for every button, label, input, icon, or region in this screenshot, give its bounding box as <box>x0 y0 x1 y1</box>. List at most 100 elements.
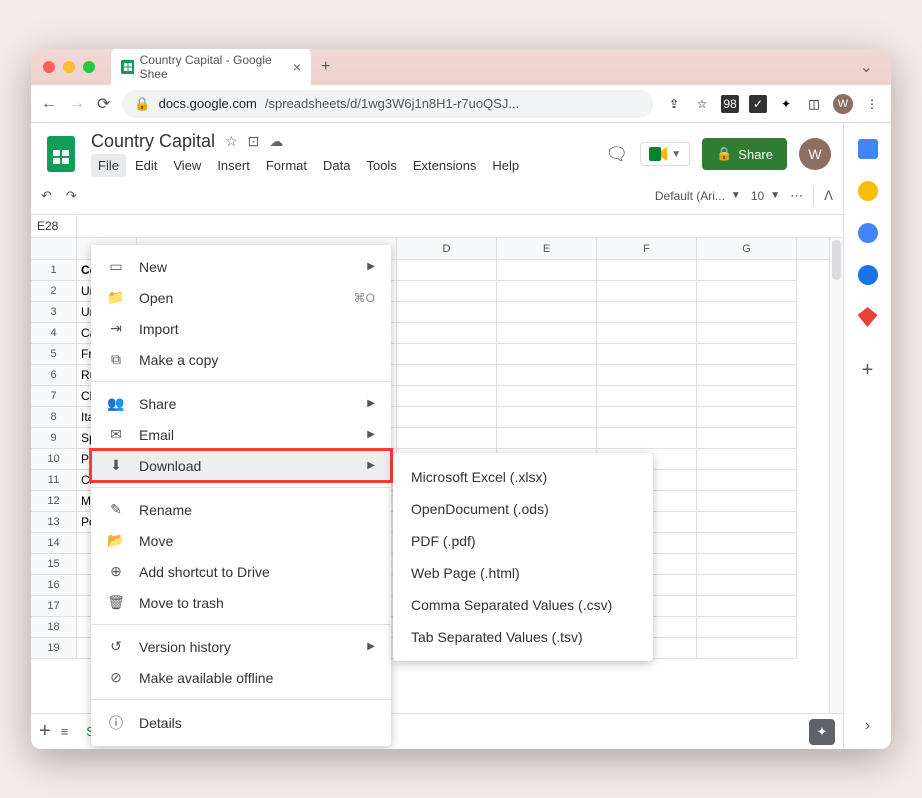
comments-icon[interactable]: 🗨 <box>605 144 628 165</box>
cell[interactable] <box>397 407 497 428</box>
keep-icon[interactable] <box>858 181 878 201</box>
row-header[interactable]: 12 <box>31 491 77 512</box>
cell[interactable] <box>397 365 497 386</box>
menu-insert[interactable]: Insert <box>210 154 257 177</box>
forward-button[interactable]: → <box>69 95 85 113</box>
document-title[interactable]: Country Capital <box>91 131 215 152</box>
cell[interactable] <box>597 323 697 344</box>
download-format-item[interactable]: Web Page (.html) <box>393 557 653 589</box>
menu-item-share[interactable]: 👥Share▶ <box>91 388 391 419</box>
more-toolbar-icon[interactable]: ⋯ <box>790 188 803 204</box>
cell[interactable] <box>697 554 797 575</box>
cell[interactable] <box>497 365 597 386</box>
cell[interactable] <box>697 512 797 533</box>
menu-edit[interactable]: Edit <box>128 154 164 177</box>
extension-icon[interactable]: 98 <box>721 95 739 113</box>
cell[interactable] <box>497 407 597 428</box>
column-header[interactable]: E <box>497 238 597 259</box>
select-all-corner[interactable] <box>31 238 77 259</box>
column-header[interactable]: D <box>397 238 497 259</box>
cell[interactable] <box>397 344 497 365</box>
cell[interactable] <box>497 323 597 344</box>
cell[interactable] <box>597 428 697 449</box>
cell[interactable] <box>697 575 797 596</box>
menu-item-move[interactable]: 📂Move <box>91 525 391 556</box>
menu-item-import[interactable]: ⇥Import <box>91 313 391 344</box>
new-tab-button[interactable]: + <box>321 58 330 76</box>
cell[interactable] <box>397 428 497 449</box>
collapse-toolbar-icon[interactable]: ᐱ <box>824 188 833 204</box>
row-header[interactable]: 16 <box>31 575 77 596</box>
cell[interactable] <box>597 302 697 323</box>
row-header[interactable]: 11 <box>31 470 77 491</box>
cell[interactable] <box>697 365 797 386</box>
add-addon-button[interactable]: + <box>862 359 874 382</box>
close-tab-icon[interactable]: × <box>293 59 301 75</box>
menu-file[interactable]: File <box>91 154 126 177</box>
undo-button[interactable]: ↶ <box>41 188 52 204</box>
download-format-item[interactable]: OpenDocument (.ods) <box>393 493 653 525</box>
close-window-button[interactable] <box>43 61 55 73</box>
font-size-selector[interactable]: 10 ▼ <box>751 189 780 203</box>
share-page-icon[interactable]: ⇪ <box>665 95 683 113</box>
row-header[interactable]: 5 <box>31 344 77 365</box>
cell[interactable] <box>697 470 797 491</box>
cell[interactable] <box>697 323 797 344</box>
menu-extensions[interactable]: Extensions <box>406 154 484 177</box>
cell[interactable] <box>697 638 797 659</box>
cell[interactable] <box>697 407 797 428</box>
download-format-item[interactable]: Microsoft Excel (.xlsx) <box>393 461 653 493</box>
cell[interactable] <box>397 302 497 323</box>
cell[interactable] <box>697 302 797 323</box>
menu-item-rename[interactable]: ✎Rename <box>91 494 391 525</box>
cell[interactable] <box>597 407 697 428</box>
download-format-item[interactable]: Comma Separated Values (.csv) <box>393 589 653 621</box>
cell[interactable] <box>397 386 497 407</box>
meet-button[interactable]: ▼ <box>640 142 690 166</box>
menu-view[interactable]: View <box>166 154 208 177</box>
cell[interactable] <box>697 491 797 512</box>
row-header[interactable]: 15 <box>31 554 77 575</box>
menu-item-offline[interactable]: ⊘Make available offline <box>91 662 391 693</box>
cell[interactable] <box>497 386 597 407</box>
row-header[interactable]: 3 <box>31 302 77 323</box>
column-header[interactable]: G <box>697 238 797 259</box>
cell[interactable] <box>697 596 797 617</box>
star-icon[interactable]: ☆ <box>225 133 238 150</box>
maps-icon[interactable] <box>858 307 878 327</box>
cell[interactable] <box>497 344 597 365</box>
tasks-icon[interactable] <box>858 223 878 243</box>
share-button[interactable]: 🔒 Share <box>702 138 787 170</box>
row-header[interactable]: 13 <box>31 512 77 533</box>
bookmark-icon[interactable]: ☆ <box>693 95 711 113</box>
menu-item-open[interactable]: 📁Open⌘O <box>91 282 391 313</box>
menu-item-version-history[interactable]: ↺Version history▶ <box>91 631 391 662</box>
profile-avatar[interactable]: W <box>833 94 853 114</box>
sidepanel-icon[interactable]: ◫ <box>805 95 823 113</box>
row-header[interactable]: 14 <box>31 533 77 554</box>
menu-dots-icon[interactable]: ⋮ <box>863 95 881 113</box>
row-header[interactable]: 10 <box>31 449 77 470</box>
menu-item-details[interactable]: ⓘDetails <box>91 706 391 740</box>
cell[interactable] <box>697 260 797 281</box>
row-header[interactable]: 7 <box>31 386 77 407</box>
download-format-item[interactable]: PDF (.pdf) <box>393 525 653 557</box>
move-folder-icon[interactable]: ⊡ <box>248 133 260 150</box>
cell[interactable] <box>597 344 697 365</box>
name-box[interactable]: E28 <box>31 215 77 237</box>
row-header[interactable]: 4 <box>31 323 77 344</box>
row-header[interactable]: 18 <box>31 617 77 638</box>
column-header[interactable]: F <box>597 238 697 259</box>
cell[interactable] <box>497 428 597 449</box>
reload-button[interactable]: ⟳ <box>97 94 110 114</box>
menu-item-copy[interactable]: ⧉Make a copy <box>91 344 391 375</box>
cell[interactable] <box>397 323 497 344</box>
vertical-scrollbar[interactable] <box>829 238 843 713</box>
extension-icon[interactable]: ✓ <box>749 95 767 113</box>
menu-format[interactable]: Format <box>259 154 314 177</box>
cell[interactable] <box>597 386 697 407</box>
cloud-status-icon[interactable]: ☁ <box>269 133 283 150</box>
menu-item-download[interactable]: ⬇Download▶ <box>91 450 391 481</box>
extensions-puzzle-icon[interactable]: ✦ <box>777 95 795 113</box>
cell[interactable] <box>597 260 697 281</box>
